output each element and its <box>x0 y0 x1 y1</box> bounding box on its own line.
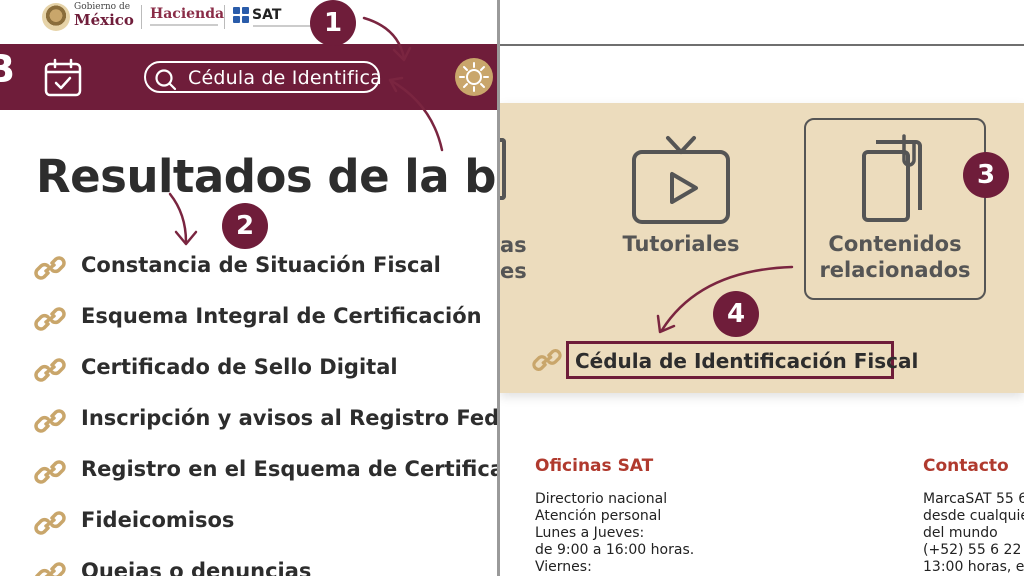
step-badge-4: 4 <box>713 291 759 337</box>
annotation-arrows <box>168 16 794 334</box>
step-badge-2: 2 <box>222 203 268 249</box>
step-badge-3: 3 <box>963 152 1009 198</box>
step-badge-1: 1 <box>310 0 356 46</box>
